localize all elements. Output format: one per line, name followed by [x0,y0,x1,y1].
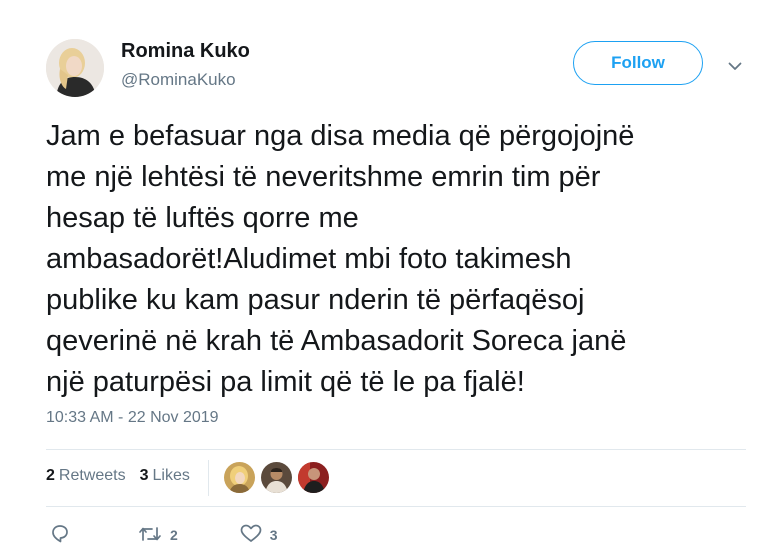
like-count: 3 [269,527,278,543]
author-handle[interactable]: @RominaKuko [121,70,236,90]
likes-label: Likes [152,467,190,484]
tweet-actions: 2 3 [50,524,278,546]
retweets-stat[interactable]: 2 Retweets [46,467,126,485]
reply-icon [50,524,70,546]
tweet-stats: 2 Retweets 3 Likes [46,467,204,485]
retweet-count: 2 [170,527,178,543]
chevron-down-icon[interactable] [724,58,746,74]
retweets-label: Retweets [58,467,126,484]
tweet-timestamp[interactable]: 10:33 AM - 22 Nov 2019 [46,409,219,427]
liker-avatar-1[interactable] [224,462,255,493]
author-name[interactable]: Romina Kuko [121,40,250,63]
reply-button[interactable] [50,524,70,546]
divider [46,449,746,450]
heart-icon [240,524,262,546]
liker-avatar-3[interactable] [298,462,329,493]
follow-button[interactable]: Follow [573,41,703,85]
retweet-button[interactable]: 2 [138,525,178,546]
liker-avatar-2[interactable] [261,462,292,493]
retweets-count: 2 [46,467,55,484]
likers-avatars [224,462,335,493]
divider [46,506,746,507]
tweet-text: Jam e befasuar nga disa media që përgojo… [46,120,635,398]
retweet-icon [138,525,162,546]
avatar[interactable] [46,39,104,97]
like-button[interactable]: 3 [240,524,278,546]
likes-count: 3 [139,467,149,484]
stats-separator [208,460,209,496]
likes-stat[interactable]: 3 Likes [140,467,190,485]
